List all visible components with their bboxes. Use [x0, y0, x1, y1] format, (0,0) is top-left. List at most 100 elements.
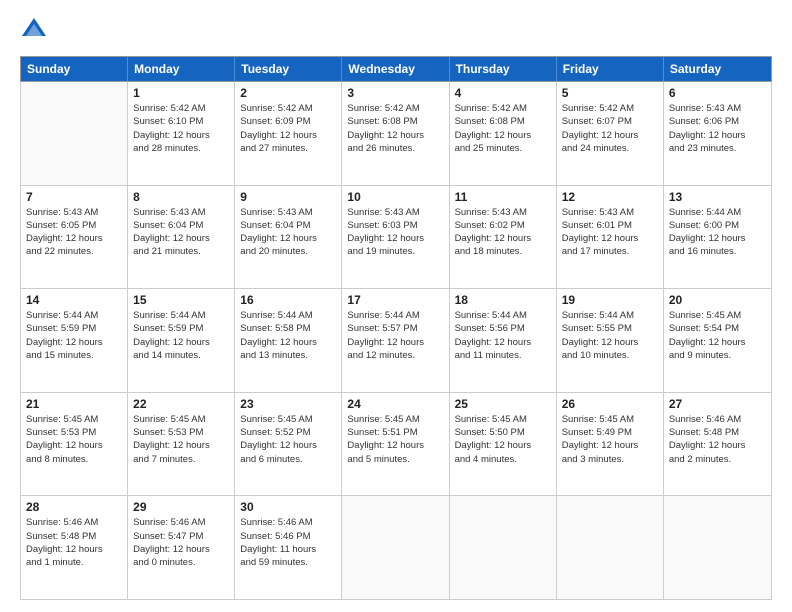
day-info: Sunrise: 5:44 AM Sunset: 6:00 PM Dayligh… — [669, 206, 766, 259]
day-cell-29: 29 Sunrise: 5:46 AM Sunset: 5:47 PM Dayli… — [128, 496, 235, 599]
day-number: 24 — [347, 397, 443, 411]
day-cell-20: 20 Sunrise: 5:45 AM Sunset: 5:54 PM Dayli… — [664, 289, 771, 392]
day-cell-4: 4 Sunrise: 5:42 AM Sunset: 6:08 PM Daylig… — [450, 82, 557, 185]
day-cell-22: 22Sunrise: 5:45 AM Sunset: 5:53 PM Dayli… — [128, 393, 235, 496]
day-number: 18 — [455, 293, 551, 307]
day-cell-16: 16 Sunrise: 5:44 AM Sunset: 5:58 PM Dayli… — [235, 289, 342, 392]
day-cell-8: 8Sunrise: 5:43 AM Sunset: 6:04 PM Daylig… — [128, 186, 235, 289]
day-cell-17: 17Sunrise: 5:44 AM Sunset: 5:57 PM Dayli… — [342, 289, 449, 392]
day-number: 2 — [240, 86, 336, 100]
day-cell-12: 12 Sunrise: 5:43 AM Sunset: 6:01 PM Dayli… — [557, 186, 664, 289]
day-info: Sunrise: 5:46 AM Sunset: 5:48 PM Dayligh… — [26, 516, 122, 569]
day-cell-23: 23 Sunrise: 5:45 AM Sunset: 5:52 PM Dayli… — [235, 393, 342, 496]
day-number: 23 — [240, 397, 336, 411]
page: SundayMondayTuesdayWednesdayThursdayFrid… — [0, 0, 792, 612]
day-number: 4 — [455, 86, 551, 100]
day-info: Sunrise: 5:44 AM Sunset: 5:56 PM Dayligh… — [455, 309, 551, 362]
day-info: Sunrise: 5:42 AM Sunset: 6:07 PM Dayligh… — [562, 102, 658, 155]
day-cell-27: 27 Sunrise: 5:46 AM Sunset: 5:48 PM Dayli… — [664, 393, 771, 496]
day-info: Sunrise: 5:43 AM Sunset: 6:05 PM Dayligh… — [26, 206, 122, 259]
day-cell-10: 10 Sunrise: 5:43 AM Sunset: 6:03 PM Dayli… — [342, 186, 449, 289]
day-number: 21 — [26, 397, 122, 411]
day-info: Sunrise: 5:42 AM Sunset: 6:09 PM Dayligh… — [240, 102, 336, 155]
day-number: 8 — [133, 190, 229, 204]
day-number: 29 — [133, 500, 229, 514]
day-number: 19 — [562, 293, 658, 307]
day-number: 9 — [240, 190, 336, 204]
header-day-thursday: Thursday — [450, 57, 557, 81]
day-cell-13: 13 Sunrise: 5:44 AM Sunset: 6:00 PM Dayli… — [664, 186, 771, 289]
day-cell-21: 21 Sunrise: 5:45 AM Sunset: 5:53 PM Dayli… — [21, 393, 128, 496]
day-number: 27 — [669, 397, 766, 411]
header-day-sunday: Sunday — [21, 57, 128, 81]
day-info: Sunrise: 5:43 AM Sunset: 6:04 PM Dayligh… — [240, 206, 336, 259]
day-info: Sunrise: 5:44 AM Sunset: 5:59 PM Dayligh… — [26, 309, 122, 362]
header-day-wednesday: Wednesday — [342, 57, 449, 81]
day-number: 10 — [347, 190, 443, 204]
logo — [20, 16, 52, 44]
week-row-4: 21 Sunrise: 5:45 AM Sunset: 5:53 PM Dayli… — [21, 393, 771, 497]
day-number: 28 — [26, 500, 122, 514]
day-number: 16 — [240, 293, 336, 307]
day-cell-5: 5Sunrise: 5:42 AM Sunset: 6:07 PM Daylig… — [557, 82, 664, 185]
calendar-body: 1 Sunrise: 5:42 AM Sunset: 6:10 PM Daylig… — [20, 82, 772, 600]
day-info: Sunrise: 5:46 AM Sunset: 5:47 PM Dayligh… — [133, 516, 229, 569]
day-info: Sunrise: 5:44 AM Sunset: 5:55 PM Dayligh… — [562, 309, 658, 362]
day-cell-19: 19 Sunrise: 5:44 AM Sunset: 5:55 PM Dayli… — [557, 289, 664, 392]
day-info: Sunrise: 5:42 AM Sunset: 6:10 PM Dayligh… — [133, 102, 229, 155]
day-cell-30: 30Sunrise: 5:46 AM Sunset: 5:46 PM Dayli… — [235, 496, 342, 599]
day-cell-15: 15 Sunrise: 5:44 AM Sunset: 5:59 PM Dayli… — [128, 289, 235, 392]
day-number: 1 — [133, 86, 229, 100]
day-number: 6 — [669, 86, 766, 100]
header-day-tuesday: Tuesday — [235, 57, 342, 81]
day-cell-18: 18 Sunrise: 5:44 AM Sunset: 5:56 PM Dayli… — [450, 289, 557, 392]
day-cell-6: 6 Sunrise: 5:43 AM Sunset: 6:06 PM Daylig… — [664, 82, 771, 185]
day-cell-3: 3Sunrise: 5:42 AM Sunset: 6:08 PM Daylig… — [342, 82, 449, 185]
week-row-5: 28 Sunrise: 5:46 AM Sunset: 5:48 PM Dayli… — [21, 496, 771, 599]
day-number: 22 — [133, 397, 229, 411]
empty-cell — [342, 496, 449, 599]
day-cell-11: 11 Sunrise: 5:43 AM Sunset: 6:02 PM Dayli… — [450, 186, 557, 289]
day-info: Sunrise: 5:43 AM Sunset: 6:02 PM Dayligh… — [455, 206, 551, 259]
day-number: 20 — [669, 293, 766, 307]
calendar-header: SundayMondayTuesdayWednesdayThursdayFrid… — [20, 56, 772, 82]
day-number: 11 — [455, 190, 551, 204]
day-info: Sunrise: 5:44 AM Sunset: 5:59 PM Dayligh… — [133, 309, 229, 362]
day-cell-14: 14Sunrise: 5:44 AM Sunset: 5:59 PM Dayli… — [21, 289, 128, 392]
day-cell-1: 1 Sunrise: 5:42 AM Sunset: 6:10 PM Daylig… — [128, 82, 235, 185]
day-info: Sunrise: 5:45 AM Sunset: 5:54 PM Dayligh… — [669, 309, 766, 362]
logo-icon — [20, 16, 48, 44]
day-info: Sunrise: 5:43 AM Sunset: 6:03 PM Dayligh… — [347, 206, 443, 259]
day-cell-28: 28 Sunrise: 5:46 AM Sunset: 5:48 PM Dayli… — [21, 496, 128, 599]
day-cell-7: 7 Sunrise: 5:43 AM Sunset: 6:05 PM Daylig… — [21, 186, 128, 289]
day-info: Sunrise: 5:43 AM Sunset: 6:01 PM Dayligh… — [562, 206, 658, 259]
day-number: 12 — [562, 190, 658, 204]
day-info: Sunrise: 5:46 AM Sunset: 5:48 PM Dayligh… — [669, 413, 766, 466]
header-day-monday: Monday — [128, 57, 235, 81]
week-row-3: 14Sunrise: 5:44 AM Sunset: 5:59 PM Dayli… — [21, 289, 771, 393]
day-info: Sunrise: 5:46 AM Sunset: 5:46 PM Dayligh… — [240, 516, 336, 569]
day-number: 17 — [347, 293, 443, 307]
day-number: 15 — [133, 293, 229, 307]
week-row-2: 7 Sunrise: 5:43 AM Sunset: 6:05 PM Daylig… — [21, 186, 771, 290]
header-day-friday: Friday — [557, 57, 664, 81]
empty-cell — [450, 496, 557, 599]
day-info: Sunrise: 5:43 AM Sunset: 6:06 PM Dayligh… — [669, 102, 766, 155]
day-info: Sunrise: 5:45 AM Sunset: 5:51 PM Dayligh… — [347, 413, 443, 466]
day-info: Sunrise: 5:45 AM Sunset: 5:53 PM Dayligh… — [26, 413, 122, 466]
calendar: SundayMondayTuesdayWednesdayThursdayFrid… — [20, 56, 772, 600]
day-number: 7 — [26, 190, 122, 204]
day-info: Sunrise: 5:44 AM Sunset: 5:58 PM Dayligh… — [240, 309, 336, 362]
header — [20, 16, 772, 44]
day-info: Sunrise: 5:45 AM Sunset: 5:52 PM Dayligh… — [240, 413, 336, 466]
day-number: 13 — [669, 190, 766, 204]
day-cell-25: 25Sunrise: 5:45 AM Sunset: 5:50 PM Dayli… — [450, 393, 557, 496]
day-number: 3 — [347, 86, 443, 100]
day-number: 25 — [455, 397, 551, 411]
empty-cell — [21, 82, 128, 185]
day-info: Sunrise: 5:42 AM Sunset: 6:08 PM Dayligh… — [455, 102, 551, 155]
empty-cell — [664, 496, 771, 599]
day-cell-24: 24 Sunrise: 5:45 AM Sunset: 5:51 PM Dayli… — [342, 393, 449, 496]
day-cell-9: 9 Sunrise: 5:43 AM Sunset: 6:04 PM Daylig… — [235, 186, 342, 289]
header-day-saturday: Saturday — [664, 57, 771, 81]
